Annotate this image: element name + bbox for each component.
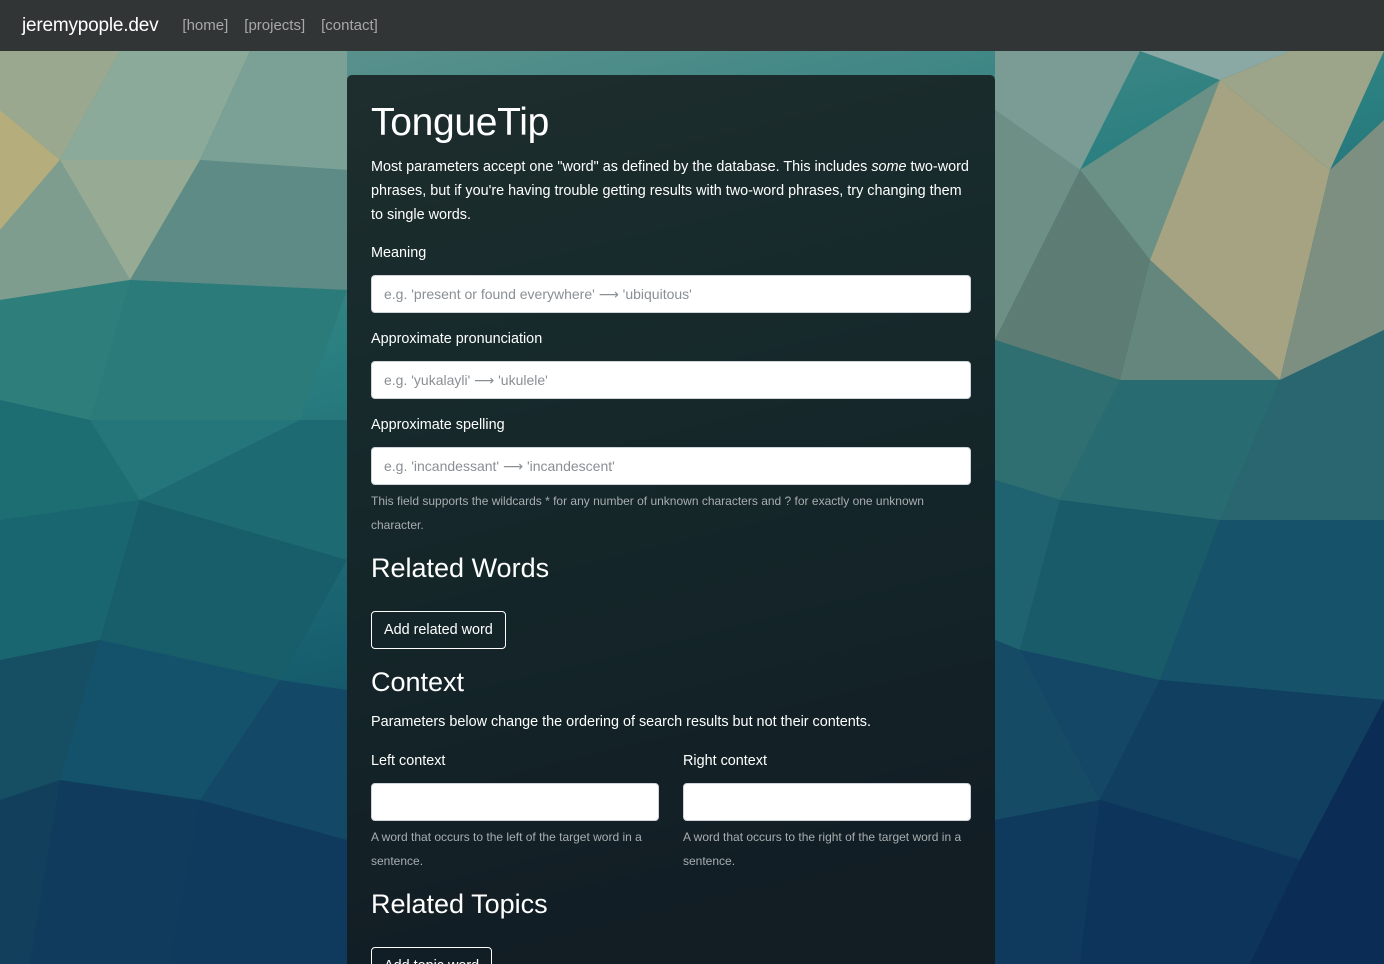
pronunciation-label: Approximate pronunciation [371, 331, 543, 347]
right-context-label: Right context [683, 753, 767, 769]
page-title: TongueTip [371, 101, 549, 144]
right-context-help-text: A word that occurs to the right of the t… [683, 830, 962, 868]
related-topics-heading: Related Topics [371, 889, 548, 919]
intro-text-before: Most parameters accept one "word" as def… [371, 159, 872, 175]
nav-link-contact[interactable]: [contact] [321, 17, 378, 34]
spelling-input[interactable] [371, 447, 971, 485]
right-context-input[interactable] [683, 783, 971, 821]
intro-paragraph: Most parameters accept one "word" as def… [371, 155, 969, 227]
spelling-label: Approximate spelling [371, 417, 505, 433]
main-card: TongueTip Most parameters accept one "wo… [347, 75, 995, 964]
left-context-label: Left context [371, 753, 446, 769]
nav-link-projects[interactable]: [projects] [244, 17, 305, 34]
nav-link-home[interactable]: [home] [182, 17, 228, 34]
context-description: Parameters below change the ordering of … [371, 714, 871, 730]
navbar: jeremypople.dev [home] [projects] [conta… [0, 0, 1384, 51]
add-topic-word-button[interactable]: Add topic word [371, 947, 493, 964]
navbar-brand[interactable]: jeremypople.dev [22, 15, 159, 37]
left-context-input[interactable] [371, 783, 659, 821]
meaning-label: Meaning [371, 245, 427, 261]
intro-emphasis: some [871, 159, 907, 175]
related-words-heading: Related Words [371, 553, 550, 583]
add-related-word-button[interactable]: Add related word [371, 611, 506, 649]
pronunciation-input[interactable] [371, 361, 971, 399]
spelling-help-text: This field supports the wildcards * for … [371, 494, 924, 532]
meaning-input[interactable] [371, 275, 971, 313]
left-context-help-text: A word that occurs to the left of the ta… [371, 830, 642, 868]
context-heading: Context [371, 667, 465, 697]
